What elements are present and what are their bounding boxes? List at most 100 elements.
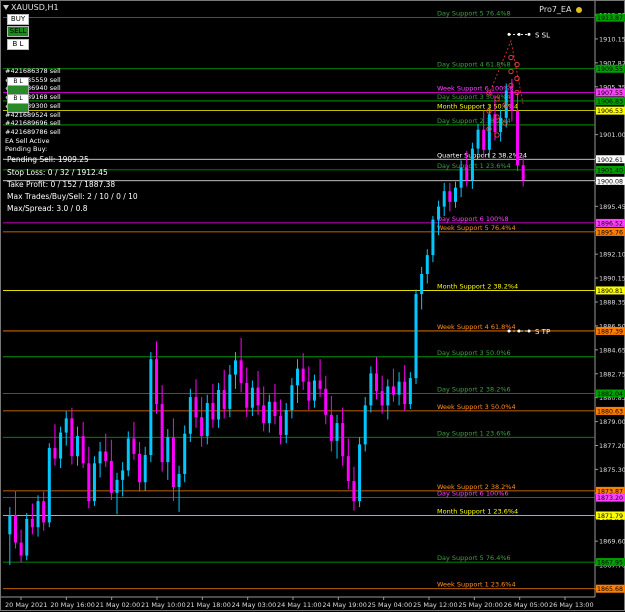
level-price-tag-label: 1890.81 bbox=[597, 288, 623, 295]
candle-body bbox=[47, 447, 51, 523]
time-tick-label: 24 May 19:00 bbox=[322, 601, 367, 609]
candle-body bbox=[8, 515, 12, 535]
candle-body bbox=[217, 389, 221, 420]
candle-body bbox=[222, 389, 226, 409]
order-marker bbox=[508, 54, 514, 61]
price-tick-label: 1869.60 bbox=[599, 538, 625, 546]
candle-body bbox=[516, 110, 520, 166]
candle-body bbox=[228, 374, 232, 409]
candle-body bbox=[13, 515, 17, 543]
candle-body bbox=[25, 518, 29, 556]
candle-body bbox=[188, 397, 192, 434]
pending-sell-text: Pending Sell: 1909.25 bbox=[7, 155, 89, 164]
candle-body bbox=[92, 463, 96, 502]
candle-body bbox=[301, 368, 305, 382]
bl-button[interactable]: B L bbox=[7, 39, 29, 50]
time-tick-label: 25 May 20:00 bbox=[458, 601, 503, 609]
ea-smiley-icon bbox=[576, 6, 582, 13]
candle-body bbox=[335, 423, 339, 441]
order-marker bbox=[508, 68, 514, 75]
candle-body bbox=[442, 191, 446, 207]
candle-body bbox=[211, 402, 215, 420]
price-tick-label: 1879.00 bbox=[599, 418, 625, 426]
candle-body bbox=[30, 518, 34, 528]
price-tick-label: 1882.75 bbox=[599, 370, 625, 378]
marker-dot bbox=[527, 329, 531, 333]
candle-body bbox=[431, 219, 435, 256]
marker-dot bbox=[527, 32, 531, 36]
buy-button[interactable]: BUY bbox=[7, 14, 29, 25]
candle-body bbox=[290, 385, 294, 411]
candle-body bbox=[233, 360, 237, 375]
time-tick-label: 24 May 11:00 bbox=[277, 601, 322, 609]
level-price-tag-label: 1900.08 bbox=[597, 178, 623, 185]
candle-body bbox=[341, 423, 345, 457]
time-tick-label: 24 May 03:00 bbox=[232, 601, 277, 609]
candle-body bbox=[307, 381, 311, 401]
level-label: Month Support 2 38.2%4 bbox=[437, 282, 518, 290]
candle-body bbox=[487, 114, 491, 150]
ticket-label: #421686378 sell bbox=[5, 67, 61, 75]
level-label: Quarter Support 2 38.2%24 bbox=[437, 151, 527, 159]
candle-body bbox=[437, 206, 441, 220]
candle-body bbox=[205, 402, 209, 437]
candle-body bbox=[369, 373, 373, 406]
ticket-label: #421689696 sell bbox=[5, 119, 61, 128]
chart-title: XAUUSD,H1 bbox=[11, 3, 59, 12]
candle-body bbox=[183, 433, 187, 474]
candle-body bbox=[177, 473, 181, 487]
candle-body bbox=[19, 542, 23, 556]
marker-dot bbox=[517, 32, 521, 36]
candle-body bbox=[115, 479, 119, 493]
candle-body bbox=[358, 444, 362, 502]
candle-body bbox=[470, 148, 474, 181]
candle-body bbox=[138, 453, 142, 483]
level-price-tag-label: 1895.76 bbox=[597, 229, 623, 236]
price-chart[interactable]: 1912.551910.151907.821905.351903.251901.… bbox=[1, 1, 625, 612]
sell-button[interactable]: SELL bbox=[7, 26, 29, 37]
candle-body bbox=[324, 388, 328, 415]
price-tick-label: 1910.15 bbox=[599, 35, 625, 43]
marker-dot bbox=[507, 32, 511, 36]
chart-title-bar: XAUUSD,H1 bbox=[3, 3, 59, 12]
time-tick-label: 20 May 16:00 bbox=[50, 601, 95, 609]
candle-body bbox=[143, 455, 147, 483]
level-label: Day Support 1 23.6%6 bbox=[437, 429, 511, 437]
candle-body bbox=[284, 410, 288, 435]
candle-body bbox=[453, 187, 457, 202]
take-profit-text: Take Profit: 0 / 152 / 1887.38 bbox=[7, 180, 116, 189]
marker-dot bbox=[507, 329, 511, 333]
level-price-tag-label: 1907.55 bbox=[597, 90, 623, 97]
candle-body bbox=[476, 129, 480, 149]
candle-body bbox=[459, 167, 463, 188]
max-spread-text: Max/Spread: 3.0 / 0.8 bbox=[7, 204, 88, 213]
candle-body bbox=[149, 359, 153, 456]
candle-body bbox=[98, 451, 102, 464]
level-price-tag-label: 1901.40 bbox=[597, 167, 623, 174]
ticket-label: #421689524 sell bbox=[5, 110, 61, 119]
level-label: Day Support 5 76.4%8 bbox=[437, 10, 511, 18]
stop-loss-text: Stop Loss: 0 / 32 / 1912.45 bbox=[7, 168, 108, 177]
candle-body bbox=[70, 418, 74, 457]
candle-body bbox=[109, 460, 113, 493]
candle-body bbox=[154, 359, 158, 405]
level-price-tag-label: 1906.53 bbox=[597, 108, 623, 115]
candle-body bbox=[273, 401, 277, 416]
level-label: Week Support 3 50.0%4 bbox=[437, 403, 516, 411]
level-label: Week Support 4 61.8%4 bbox=[437, 323, 516, 331]
candle-body bbox=[194, 397, 198, 418]
price-tick-label: 1901.00 bbox=[599, 131, 625, 139]
candle-body bbox=[121, 470, 125, 480]
chart-window[interactable]: 1912.551910.151907.821905.351903.251901.… bbox=[0, 0, 625, 611]
time-tick-label: 25 May 12:00 bbox=[413, 601, 458, 609]
level-label: Day Support 6 100%8 bbox=[437, 215, 509, 223]
candle-body bbox=[296, 368, 300, 386]
candle-body bbox=[425, 255, 429, 275]
time-tick-label: 26 May 13:00 bbox=[549, 601, 594, 609]
candle-body bbox=[42, 501, 46, 523]
level-price-tag-label: 1871.79 bbox=[597, 513, 623, 520]
candle-body bbox=[250, 387, 254, 408]
candle-body bbox=[36, 501, 40, 528]
candle-body bbox=[132, 438, 136, 454]
chart-menu-icon[interactable] bbox=[3, 4, 9, 11]
